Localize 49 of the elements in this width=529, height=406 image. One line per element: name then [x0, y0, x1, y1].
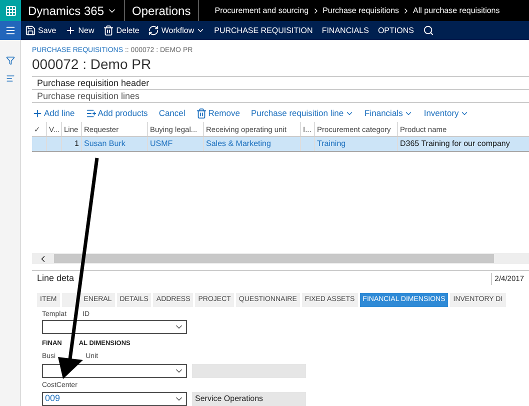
table-cell: Training [317, 138, 346, 150]
toolbar-button[interactable]: Purchase requisition line [250, 106, 354, 120]
menu-icon [5, 25, 16, 36]
breadcrumb-link[interactable]: All purchase requisitions [413, 4, 500, 16]
toolbar-button[interactable]: Cancel [158, 106, 186, 120]
description-field: Service Operations [192, 392, 306, 406]
dropdown-field[interactable] [42, 320, 187, 334]
horizontal-scrollbar[interactable] [32, 253, 529, 264]
toolbar-button[interactable]: Inventory [424, 106, 469, 120]
toolbar-button[interactable]: Add products [86, 106, 148, 120]
app-launcher-button[interactable] [0, 0, 21, 21]
toolbar-button[interactable]: Financials [364, 106, 413, 120]
add-list-icon [86, 108, 97, 119]
save-icon [25, 25, 36, 36]
list-icon[interactable] [6, 74, 14, 83]
chevron-down-icon [196, 26, 206, 35]
action-button[interactable]: Workflow [148, 24, 206, 36]
grid-icon [4, 4, 16, 16]
table-cell: Sales & Marketing [206, 138, 271, 150]
toolbar-button[interactable]: Add line [32, 106, 75, 120]
action-button[interactable]: OPTIONS [378, 24, 414, 36]
table-cell: USMF [150, 138, 173, 150]
plus-icon [65, 25, 76, 36]
search-icon [422, 25, 434, 36]
plus-icon [32, 108, 43, 119]
table-cell: 1 [74, 138, 79, 150]
trash-icon [103, 25, 114, 36]
dropdown-field[interactable] [42, 364, 187, 378]
section-header[interactable]: Line deta [37, 272, 74, 286]
section-header[interactable]: Purchase requisition lines [32, 90, 529, 102]
navigation-menu-button[interactable] [0, 21, 21, 40]
toolbar-button[interactable]: Remove [196, 106, 240, 120]
search-button[interactable] [422, 25, 434, 36]
action-button[interactable]: Save [25, 24, 56, 36]
breadcrumb-link[interactable]: Procurement and sourcing [214, 4, 309, 16]
table-cell: D365 Training for our company [400, 138, 510, 150]
dropdown-field[interactable]: 009 [42, 392, 187, 406]
action-button[interactable]: PURCHASE REQUISITION [214, 24, 313, 36]
section-header[interactable]: Purchase requisition header [32, 76, 529, 90]
action-button[interactable]: New [65, 24, 94, 36]
page-title: 000072 : Demo PR [32, 56, 152, 72]
trash-icon [196, 108, 208, 119]
breadcrumb-link[interactable]: Purchase requisitions [322, 4, 400, 16]
filter-icon[interactable] [6, 56, 14, 65]
action-button[interactable]: FINANCIALS [322, 24, 369, 36]
action-button[interactable]: Delete [103, 24, 140, 36]
table-cell: Susan Burk [84, 138, 126, 150]
refresh-icon [148, 25, 160, 36]
table-row[interactable]: 1 Susan Burk USMF Sales & Marketing Training D365 Training for our company [32, 137, 529, 152]
